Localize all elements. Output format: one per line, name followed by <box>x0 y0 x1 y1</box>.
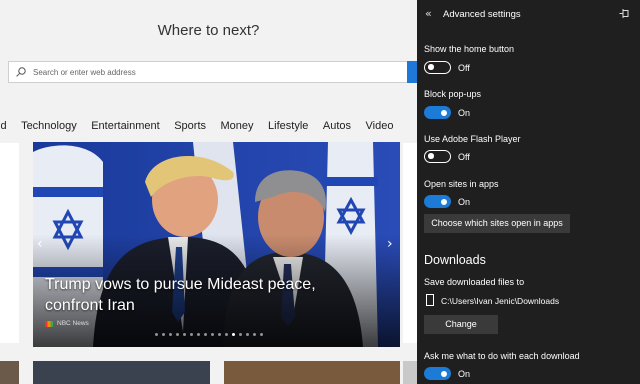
category-autos[interactable]: Autos <box>323 120 351 132</box>
apps-state: On <box>458 197 471 207</box>
hero-news-card[interactable]: ‹ › Trump vows to pursue Mideast peace, … <box>33 142 400 347</box>
hero-source-label: NBC News <box>57 320 89 327</box>
slide-dot[interactable] <box>225 333 228 336</box>
slide-dot[interactable] <box>155 333 158 336</box>
slide-dot[interactable] <box>253 333 256 336</box>
hero-next-arrow-icon[interactable]: › <box>387 236 393 252</box>
hero-source: NBC News <box>45 320 89 327</box>
slide-dot[interactable] <box>197 333 200 336</box>
home-button-label: Show the home button <box>424 44 515 54</box>
category-entertainment[interactable]: Entertainment <box>91 120 159 132</box>
flash-state: Off <box>458 152 470 162</box>
toggle-knob <box>428 153 434 159</box>
settings-title: Advanced settings <box>443 9 521 20</box>
home-button-toggle[interactable] <box>424 61 451 74</box>
choose-sites-button[interactable]: Choose which sites open in apps <box>424 214 570 233</box>
category-world[interactable]: ld <box>0 120 7 132</box>
slide-dot[interactable] <box>162 333 165 336</box>
page-title: Where to next? <box>157 22 260 39</box>
pin-icon[interactable] <box>619 8 630 19</box>
folder-icon <box>426 294 434 306</box>
category-money[interactable]: Money <box>221 120 254 132</box>
news-thumbnail[interactable] <box>224 361 400 384</box>
slide-dot[interactable] <box>246 333 249 336</box>
slide-dot[interactable] <box>211 333 214 336</box>
slide-dot[interactable] <box>183 333 186 336</box>
category-video[interactable]: Video <box>366 120 394 132</box>
news-card-previous[interactable] <box>0 143 19 343</box>
search-box[interactable] <box>8 61 408 83</box>
slide-dot[interactable] <box>232 333 235 336</box>
news-thumbnail[interactable] <box>33 361 210 384</box>
apps-toggle[interactable] <box>424 195 451 208</box>
downloads-heading: Downloads <box>424 253 486 267</box>
toggle-knob <box>441 109 447 116</box>
toggle-knob <box>441 370 447 377</box>
slide-dot[interactable] <box>190 333 193 336</box>
category-technology[interactable]: Technology <box>21 120 77 132</box>
popups-toggle[interactable] <box>424 106 451 119</box>
toggle-knob <box>441 198 447 205</box>
popups-state: On <box>458 108 471 118</box>
slide-dot[interactable] <box>218 333 221 336</box>
search-icon <box>16 67 26 77</box>
hero-image <box>33 142 400 347</box>
slide-dot[interactable] <box>204 333 207 336</box>
advanced-settings-pane: « Advanced settings Show the home button… <box>417 0 640 384</box>
flash-toggle[interactable] <box>424 150 451 163</box>
hero-previous-arrow-icon[interactable]: ‹ <box>37 236 43 252</box>
slide-indicator <box>155 333 263 336</box>
slide-dot[interactable] <box>169 333 172 336</box>
slide-dot[interactable] <box>176 333 179 336</box>
ask-download-label: Ask me what to do with each download <box>424 351 580 361</box>
change-button[interactable]: Change <box>424 315 498 334</box>
home-button-state: Off <box>458 63 470 73</box>
category-lifestyle[interactable]: Lifestyle <box>268 120 308 132</box>
ask-download-toggle[interactable] <box>424 367 451 380</box>
save-location-label: Save downloaded files to <box>424 277 525 287</box>
search-submit-button[interactable] <box>407 61 417 83</box>
news-card-next[interactable] <box>403 143 417 343</box>
news-thumbnail[interactable] <box>0 361 19 384</box>
category-sports[interactable]: Sports <box>174 120 206 132</box>
category-nav: ld Technology Entertainment Sports Money Life… <box>0 120 408 132</box>
search-input[interactable] <box>33 64 403 80</box>
new-tab-page: Where to next? ld Technology Entertainment… <box>0 0 417 384</box>
news-thumbnail[interactable] <box>403 361 417 384</box>
back-arrow-icon[interactable]: « <box>425 7 432 20</box>
flash-label: Use Adobe Flash Player <box>424 134 521 144</box>
download-path: C:\Users\Ivan Jenic\Downloads <box>441 296 560 306</box>
hero-headline[interactable]: Trump vows to pursue Mideast peace, conf… <box>45 274 345 316</box>
toggle-knob <box>428 64 434 70</box>
apps-label: Open sites in apps <box>424 179 499 189</box>
ask-download-state: On <box>458 369 471 379</box>
slide-dot[interactable] <box>239 333 242 336</box>
popups-label: Block pop-ups <box>424 89 482 99</box>
slide-dot[interactable] <box>260 333 263 336</box>
nbc-logo-icon <box>45 320 53 327</box>
settings-header: « Advanced settings <box>417 0 640 28</box>
